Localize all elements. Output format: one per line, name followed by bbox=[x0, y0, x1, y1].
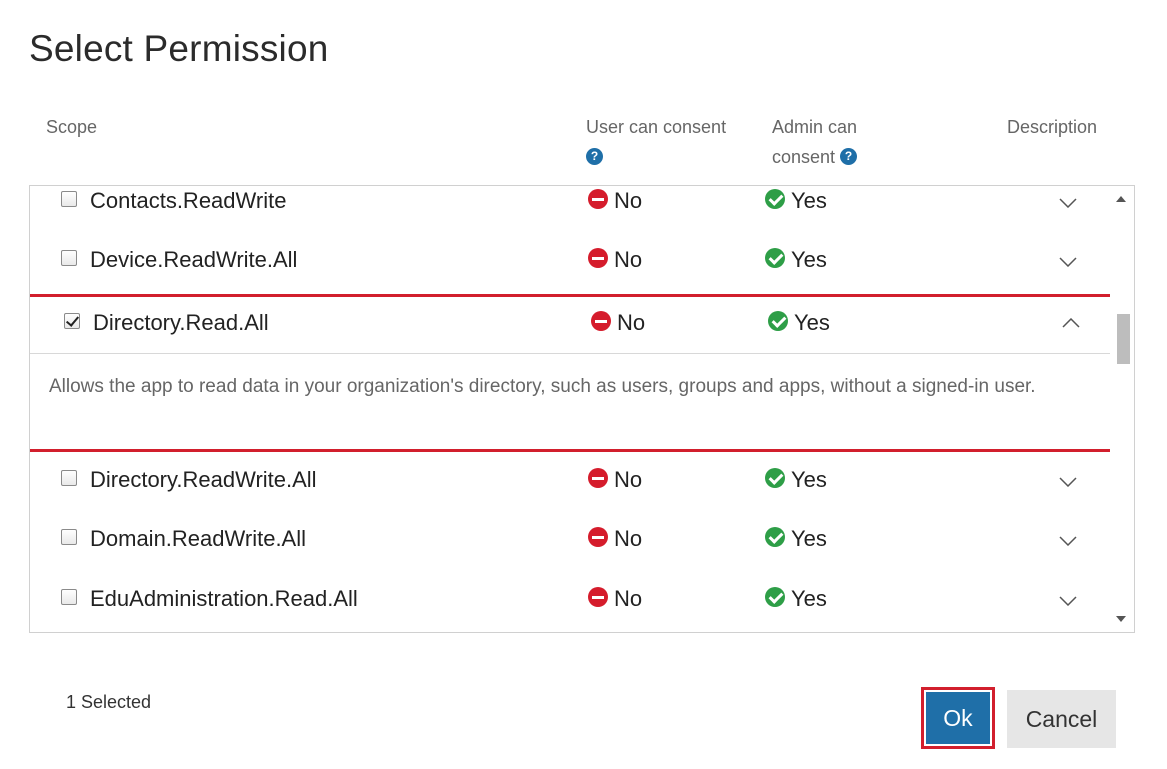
chevron-down-icon[interactable] bbox=[1059, 596, 1077, 610]
minus-circle-icon bbox=[588, 527, 608, 548]
column-header-user-consent-label: User can consent bbox=[586, 117, 727, 137]
permission-scope-name: EduAdministration.Read.All bbox=[90, 586, 358, 611]
dialog-title: Select Permission bbox=[29, 28, 329, 69]
user-consent-value: No bbox=[588, 245, 642, 275]
column-header-user-consent: User can consent ? bbox=[586, 112, 726, 172]
minus-circle-icon bbox=[588, 468, 608, 489]
chevron-down-icon[interactable] bbox=[1059, 257, 1077, 271]
column-header-scope: Scope bbox=[46, 117, 98, 137]
permission-scope-name: Directory.Read.All bbox=[93, 310, 269, 335]
question-circle-icon[interactable]: ? bbox=[840, 147, 858, 165]
permission-checkbox[interactable] bbox=[61, 470, 77, 486]
permission-scope-name: Directory.ReadWrite.All bbox=[90, 467, 317, 492]
ok-button[interactable]: Ok bbox=[921, 687, 995, 749]
check-circle-icon bbox=[765, 468, 785, 489]
column-header-admin-consent-line2: consent bbox=[772, 147, 836, 167]
cancel-button[interactable]: Cancel bbox=[1007, 690, 1116, 748]
permission-checkbox-checked[interactable] bbox=[64, 313, 80, 329]
list-scrollbar[interactable] bbox=[1110, 186, 1134, 632]
check-circle-icon bbox=[768, 311, 788, 332]
permission-row[interactable]: Directory.ReadWrite.All No Yes bbox=[30, 465, 1110, 521]
user-consent-value: No bbox=[588, 524, 642, 554]
admin-consent-text: Yes bbox=[791, 188, 827, 213]
chevron-down-icon[interactable] bbox=[1059, 536, 1077, 550]
admin-consent-text: Yes bbox=[791, 467, 827, 492]
admin-consent-text: Yes bbox=[794, 310, 830, 335]
admin-consent-value: Yes bbox=[768, 308, 830, 338]
admin-consent-value: Yes bbox=[765, 245, 827, 275]
user-consent-text: No bbox=[614, 188, 643, 213]
check-circle-icon bbox=[765, 527, 785, 548]
selected-count: 1 Selected bbox=[66, 692, 152, 712]
scroll-down-arrow-icon[interactable] bbox=[1116, 616, 1126, 622]
permission-row[interactable]: EduAdministration.Read.All No Yes bbox=[30, 584, 1110, 632]
minus-circle-icon bbox=[588, 587, 608, 608]
admin-consent-text: Yes bbox=[791, 586, 827, 611]
scroll-up-arrow-icon[interactable] bbox=[1116, 196, 1126, 202]
user-consent-text: No bbox=[614, 247, 643, 272]
column-header-description: Description bbox=[1007, 117, 1098, 137]
permission-row[interactable]: Directory.Read.All No Yes bbox=[33, 308, 1113, 348]
permission-row[interactable]: Domain.ReadWrite.All No Yes bbox=[30, 524, 1110, 580]
admin-consent-text: Yes bbox=[791, 247, 827, 272]
permission-checkbox[interactable] bbox=[61, 589, 77, 605]
admin-consent-value: Yes bbox=[765, 465, 827, 495]
chevron-up-icon[interactable] bbox=[1062, 318, 1080, 332]
check-circle-icon bbox=[765, 189, 785, 210]
permission-list[interactable]: Contacts.ReadWrite No Yes Device.ReadWri… bbox=[29, 185, 1135, 633]
expanded-permission-row[interactable]: Directory.Read.All No Yes Allows the app… bbox=[30, 294, 1114, 452]
user-consent-text: No bbox=[617, 310, 646, 335]
user-consent-text: No bbox=[614, 467, 643, 492]
user-consent-text: No bbox=[614, 526, 643, 551]
row-divider bbox=[30, 353, 1111, 354]
check-circle-icon bbox=[765, 248, 785, 269]
permission-checkbox[interactable] bbox=[61, 250, 77, 266]
chevron-down-icon[interactable] bbox=[1059, 198, 1077, 212]
user-consent-value: No bbox=[588, 186, 642, 216]
admin-consent-value: Yes bbox=[765, 524, 827, 554]
permission-row[interactable]: Contacts.ReadWrite No Yes bbox=[30, 186, 1110, 242]
admin-consent-value: Yes bbox=[765, 584, 827, 614]
user-consent-value: No bbox=[588, 465, 642, 495]
scroll-thumb[interactable] bbox=[1117, 314, 1130, 364]
permission-row[interactable]: Device.ReadWrite.All No Yes bbox=[30, 245, 1110, 301]
admin-consent-text: Yes bbox=[791, 526, 827, 551]
permission-description: Allows the app to read data in your orga… bbox=[49, 376, 1036, 397]
admin-consent-value: Yes bbox=[765, 186, 827, 216]
minus-circle-icon bbox=[588, 248, 608, 269]
user-consent-text: No bbox=[614, 586, 643, 611]
ok-button-label: Ok bbox=[926, 692, 990, 744]
minus-circle-icon bbox=[588, 189, 608, 210]
select-permission-dialog: Select Permission Scope User can consent… bbox=[0, 0, 1167, 769]
column-header-admin-consent: Admin can consent ? bbox=[772, 112, 858, 172]
user-consent-value: No bbox=[591, 308, 645, 338]
permission-scope-name: Device.ReadWrite.All bbox=[90, 247, 298, 272]
permission-checkbox[interactable] bbox=[61, 191, 77, 207]
permission-scope-name: Contacts.ReadWrite bbox=[90, 188, 287, 213]
question-circle-icon[interactable]: ? bbox=[586, 147, 603, 165]
user-consent-value: No bbox=[588, 584, 642, 614]
chevron-down-icon[interactable] bbox=[1059, 477, 1077, 491]
permission-scope-name: Domain.ReadWrite.All bbox=[90, 526, 307, 551]
minus-circle-icon bbox=[591, 311, 611, 332]
column-header-admin-consent-line1: Admin can bbox=[772, 117, 858, 137]
check-circle-icon bbox=[765, 587, 785, 608]
permission-checkbox[interactable] bbox=[61, 529, 77, 545]
